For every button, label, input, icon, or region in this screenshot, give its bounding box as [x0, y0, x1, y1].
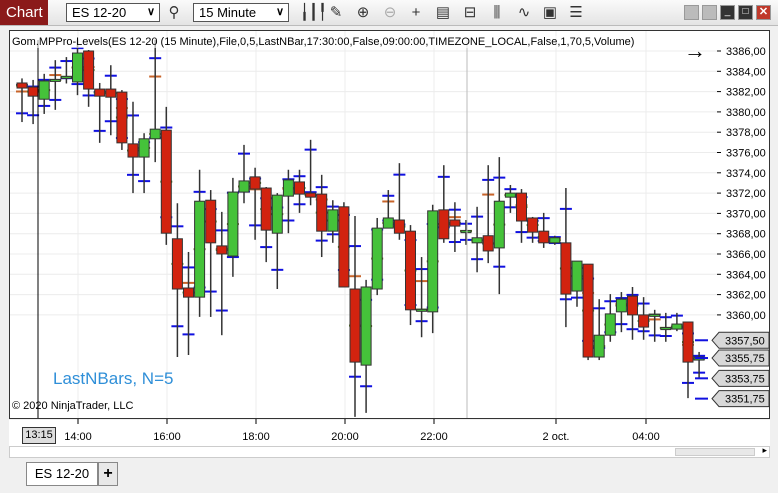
time-axis[interactable]	[9, 420, 770, 446]
properties-icon[interactable]: ⊟	[460, 3, 480, 23]
chevron-down-icon: ∨	[275, 6, 284, 18]
close-button[interactable]: ✕	[756, 5, 771, 20]
maximize-button[interactable]: □	[738, 5, 753, 20]
instrument-value: ES 12-20	[72, 5, 127, 20]
scroll-right-icon[interactable]: ▸	[762, 445, 767, 456]
horizontal-scrollbar[interactable]: ▸	[9, 445, 770, 458]
indicators-icon[interactable]: ⫼	[487, 3, 507, 23]
add-tab-button[interactable]: +	[98, 462, 118, 486]
zoom-out-icon[interactable]: ⊖	[380, 3, 400, 23]
arrow-right-icon[interactable]: →	[684, 38, 706, 64]
chart-panel[interactable]	[9, 30, 718, 419]
tab-bar: ES 12-20 +	[0, 459, 778, 493]
interval-selector[interactable]: 15 Minute ∨	[193, 3, 289, 22]
window-title: Chart	[0, 0, 48, 25]
indicator-label: Gom.MPPro-Levels(ES 12-20 (15 Minute),Fi…	[12, 36, 635, 48]
title-bar: Chart ES 12-20 ∨ ⚲ 15 Minute ∨ ╽┃╿ ✎ ⊕ ⊖ +…	[0, 0, 778, 26]
crosshair-icon[interactable]: +	[406, 3, 426, 23]
draw-icon[interactable]: ✎	[326, 3, 346, 23]
copyright: © 2020 NinjaTrader, LLC	[12, 400, 134, 412]
price-axis[interactable]	[717, 30, 770, 419]
interval-value: 15 Minute	[199, 5, 257, 20]
zoom-in-icon[interactable]: ⊕	[353, 3, 373, 23]
overlay-text: LastNBars, N=5	[53, 369, 174, 388]
window-option-button[interactable]	[702, 5, 717, 20]
window-option-button[interactable]	[684, 5, 699, 20]
data-box-icon[interactable]: ▤	[433, 3, 453, 23]
cursor-time-label: 13:15	[22, 427, 56, 444]
search-icon[interactable]: ⚲	[164, 3, 184, 23]
scrollbar-thumb[interactable]	[675, 448, 755, 456]
chevron-down-icon: ∨	[146, 6, 155, 18]
tab-es-12-20[interactable]: ES 12-20	[26, 462, 98, 486]
minimize-button[interactable]: _	[720, 5, 735, 20]
templates-icon[interactable]: ▣	[540, 3, 560, 23]
bar-type-icon[interactable]: ╽┃╿	[300, 3, 327, 23]
list-icon[interactable]: ☰	[566, 3, 586, 23]
strategies-icon[interactable]: ∿	[514, 3, 534, 23]
instrument-selector[interactable]: ES 12-20 ∨	[66, 3, 160, 22]
